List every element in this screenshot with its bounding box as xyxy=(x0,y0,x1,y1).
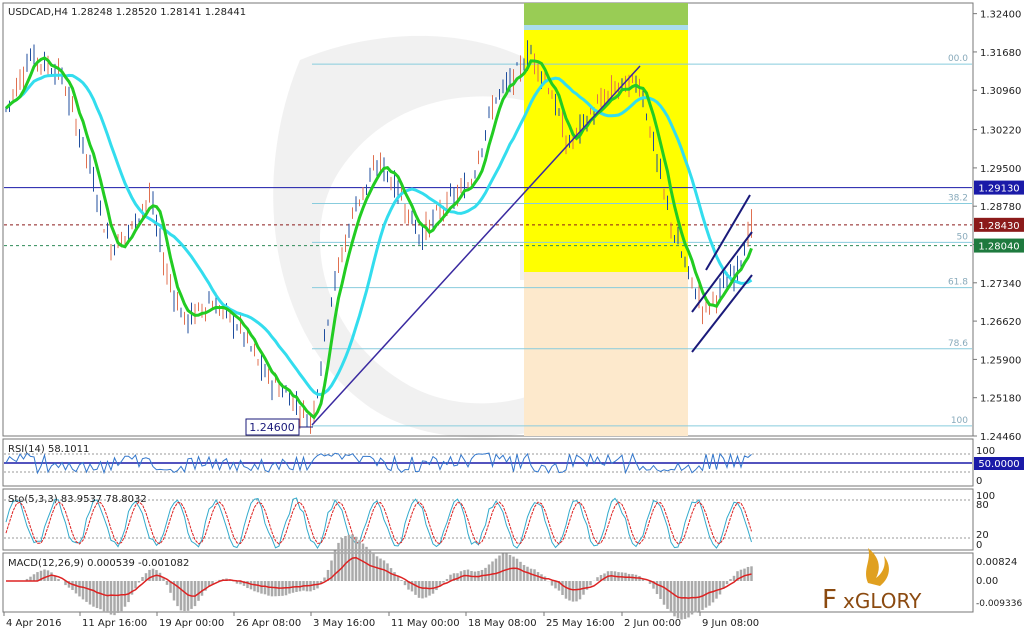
sto-tick-0: 0 xyxy=(976,540,982,551)
fib-label: 78.6 xyxy=(948,339,968,349)
fib-label: 38.2 xyxy=(948,194,968,204)
fib-label: 00.0 xyxy=(948,54,968,64)
price-tick-label: 1.30960 xyxy=(980,86,1021,97)
level-boxes: 1.29130 1.28430 1.28040 xyxy=(974,180,1024,253)
level-label: 1.28040 xyxy=(978,242,1019,253)
time-tick-label: 19 Apr 00:00 xyxy=(159,618,224,629)
rsi-level-label: 50.0000 xyxy=(978,459,1019,470)
price-tick-label: 1.31680 xyxy=(980,48,1021,59)
price-tick-label: 1.27340 xyxy=(980,279,1021,290)
rsi-tick-100: 100 xyxy=(976,446,995,457)
time-tick-label: 11 Apr 16:00 xyxy=(82,618,147,629)
fib-top-green xyxy=(524,3,688,25)
time-tick-label: 26 Apr 08:00 xyxy=(236,618,301,629)
price-tick-label: 1.28780 xyxy=(980,202,1021,213)
macd-tick-top: 0.00824 xyxy=(976,557,1017,568)
fib-lower-zone xyxy=(524,272,688,436)
chart-canvas: 00.0 38.2 50 61.8 78.6 100 1.24600 1.32400 1.3… xyxy=(2,2,1024,629)
time-tick-label: 2 Jun 00:00 xyxy=(624,618,681,629)
price-tick-label: 1.24460 xyxy=(980,432,1021,443)
time-tick-label: 3 May 16:00 xyxy=(313,618,375,629)
flame-icon xyxy=(866,548,889,586)
level-label: 1.29130 xyxy=(978,184,1019,195)
time-axis: 4 Apr 2016 11 Apr 16:00 19 Apr 00:00 26 Apr… xyxy=(3,612,759,629)
price-tick-label: 1.26620 xyxy=(980,317,1021,328)
time-tick-label: 18 May 08:00 xyxy=(468,618,537,629)
level-label: 1.28430 xyxy=(978,221,1019,232)
logo-suffix: xGLORY xyxy=(843,589,922,613)
price-tick-label: 1.30220 xyxy=(980,126,1021,137)
chart-root: 00.0 38.2 50 61.8 78.6 100 1.24600 1.32400 1.3… xyxy=(0,0,1024,636)
fib-label: 61.8 xyxy=(948,278,968,288)
fib-label: 100 xyxy=(951,416,968,426)
time-tick-label: 4 Apr 2016 xyxy=(6,618,61,629)
price-tick-label: 1.25900 xyxy=(980,355,1021,366)
time-tick-label: 9 Jun 08:00 xyxy=(702,618,759,629)
time-tick-label: 25 May 16:00 xyxy=(546,618,615,629)
sto-panel-frame xyxy=(2,488,974,551)
time-tick-label: 11 May 00:00 xyxy=(391,618,460,629)
channel-line-upper xyxy=(705,194,751,271)
symbol-header: USDCAD,H4 1.28248 1.28520 1.28141 1.2844… xyxy=(8,7,246,18)
fxglory-logo: F xGLORY xyxy=(822,548,922,615)
fibonacci-zone xyxy=(524,3,688,436)
macd-header: MACD(12,26,9) 0.000539 -0.001082 xyxy=(8,558,189,569)
price-tick-label: 1.25180 xyxy=(980,394,1021,405)
macd-tick-bottom: -0.009336 xyxy=(976,599,1022,609)
logo-prefix: F xyxy=(822,585,837,615)
fib-top-blue xyxy=(524,25,688,30)
fib-label: 50 xyxy=(957,232,969,242)
sto-header: Sto(5,3,3) 83.9537 78.8032 xyxy=(8,494,147,505)
sto-k-line xyxy=(5,497,752,549)
price-tick-label: 1.32400 xyxy=(980,10,1021,21)
low-marker-label: 1.24600 xyxy=(249,421,295,434)
rsi-header: RSI(14) 58.1011 xyxy=(8,444,89,455)
price-tick-label: 1.29500 xyxy=(980,164,1021,175)
channel-lines xyxy=(691,194,753,353)
sto-tick-80: 80 xyxy=(976,500,989,511)
macd-tick-zero: 0.00 xyxy=(976,576,998,587)
rsi-tick-0: 0 xyxy=(976,476,982,487)
